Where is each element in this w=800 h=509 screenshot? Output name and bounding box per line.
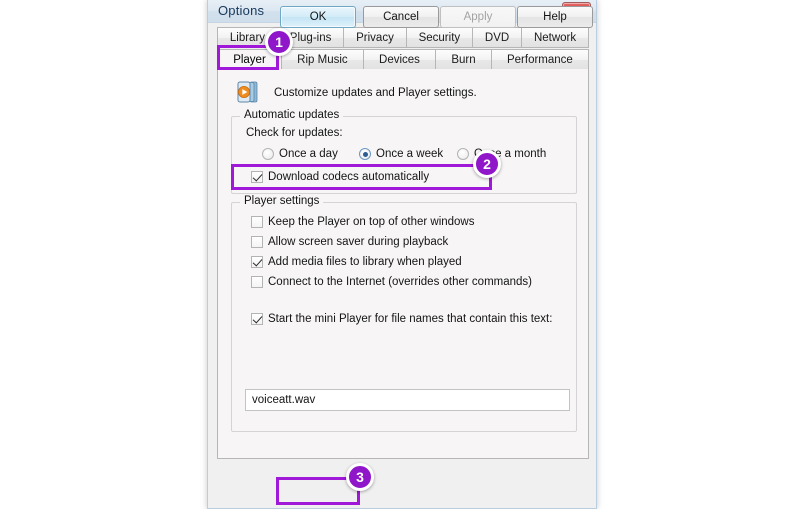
options-dialog: Options Library Plug-ins Privacy Securit…: [207, 0, 597, 509]
tab-security[interactable]: Security: [405, 27, 473, 48]
tab-rip-music[interactable]: Rip Music: [280, 49, 363, 70]
radio-once-a-day-indicator: [262, 148, 274, 160]
checkbox-add-media-files[interactable]: Add media files to library when played: [251, 256, 462, 268]
tab-plugins[interactable]: Plug-ins: [276, 27, 344, 48]
radio-once-a-week[interactable]: Once a week: [359, 148, 443, 160]
checkbox-keep-on-top[interactable]: Keep the Player on top of other windows: [251, 216, 475, 228]
checkbox-download-codecs[interactable]: Download codecs automatically: [251, 171, 429, 183]
cancel-button[interactable]: Cancel: [363, 6, 439, 28]
tab-dvd[interactable]: DVD: [472, 27, 522, 48]
media-player-icon: [236, 80, 262, 106]
checkbox-connect-internet-label: Connect to the Internet (overrides other…: [268, 276, 532, 288]
tab-strip: Library Plug-ins Privacy Security DVD Ne…: [217, 27, 590, 70]
checkbox-allow-screen-saver-label: Allow screen saver during playback: [268, 236, 449, 248]
radio-once-a-day-label: Once a day: [279, 148, 338, 160]
checkbox-allow-screen-saver[interactable]: Allow screen saver during playback: [251, 236, 448, 248]
checkbox-connect-internet[interactable]: Connect to the Internet (overrides other…: [251, 276, 532, 288]
tab-devices[interactable]: Devices: [362, 49, 436, 70]
checkbox-start-mini-player-indicator: [251, 313, 263, 325]
radio-once-a-month[interactable]: Once a month: [457, 148, 546, 160]
checkbox-start-mini-player-label: Start the mini Player for file names tha…: [268, 313, 553, 325]
radio-once-a-month-label: Once a month: [474, 148, 547, 160]
radio-once-a-day[interactable]: Once a day: [262, 148, 338, 160]
player-tab-panel: Customize updates and Player settings. A…: [217, 69, 589, 459]
radio-once-a-month-indicator: [457, 148, 469, 160]
checkbox-add-media-files-indicator: [251, 256, 263, 268]
apply-button: Apply: [440, 6, 516, 28]
tab-player[interactable]: Player: [217, 49, 281, 70]
check-for-updates-label: Check for updates:: [246, 127, 343, 139]
checkbox-download-codecs-label: Download codecs automatically: [268, 171, 430, 183]
checkbox-connect-internet-indicator: [251, 276, 263, 288]
automatic-updates-group: Automatic updates Check for updates: Onc…: [231, 109, 577, 194]
tab-network[interactable]: Network: [521, 27, 590, 48]
tab-privacy[interactable]: Privacy: [343, 27, 406, 48]
tab-row-1: Library Plug-ins Privacy Security DVD Ne…: [217, 27, 590, 48]
dialog-footer: [208, 472, 598, 509]
tab-library[interactable]: Library: [217, 27, 277, 48]
tab-burn[interactable]: Burn: [435, 49, 491, 70]
player-settings-title: Player settings: [240, 195, 324, 207]
checkbox-keep-on-top-label: Keep the Player on top of other windows: [268, 216, 475, 228]
checkbox-download-codecs-indicator: [251, 171, 263, 183]
tab-performance[interactable]: Performance: [490, 49, 590, 70]
help-button[interactable]: Help: [517, 6, 593, 28]
checkbox-allow-screen-saver-indicator: [251, 236, 263, 248]
checkbox-start-mini-player[interactable]: Start the mini Player for file names tha…: [251, 313, 552, 325]
panel-header: Customize updates and Player settings.: [236, 80, 477, 106]
window-title: Options: [218, 3, 265, 18]
mini-player-text-input[interactable]: [245, 389, 570, 411]
automatic-updates-title: Automatic updates: [240, 109, 344, 121]
radio-once-a-week-label: Once a week: [376, 148, 444, 160]
ok-button[interactable]: OK: [280, 6, 356, 28]
radio-once-a-week-indicator: [359, 148, 371, 160]
tab-row-2: Player Rip Music Devices Burn Performanc…: [217, 49, 590, 70]
checkbox-add-media-files-label: Add media files to library when played: [268, 256, 462, 268]
panel-header-text: Customize updates and Player settings.: [274, 87, 477, 99]
checkbox-keep-on-top-indicator: [251, 216, 263, 228]
